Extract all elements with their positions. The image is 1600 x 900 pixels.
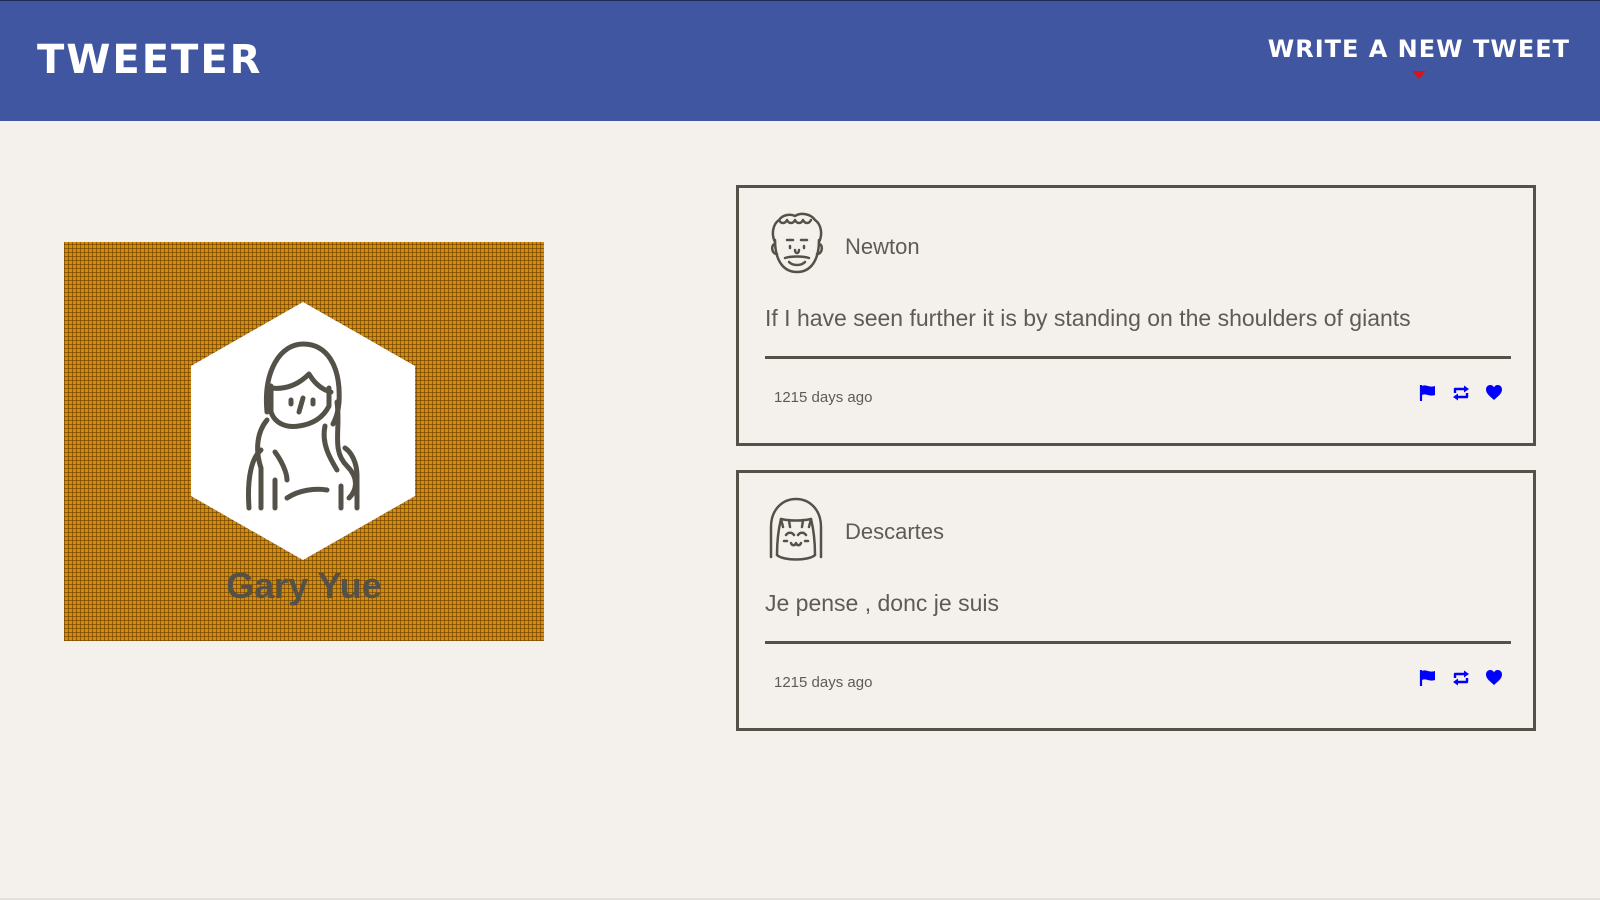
flag-icon[interactable] xyxy=(1419,669,1437,687)
profile-name: Gary Yue xyxy=(226,565,382,606)
tweet-author[interactable]: Newton xyxy=(845,234,920,260)
avatar xyxy=(771,212,823,274)
tweet-text: Je pense , donc je suis xyxy=(765,590,999,616)
profile-avatar xyxy=(191,302,415,560)
tweet-text: If I have seen further it is by standing… xyxy=(765,305,1411,331)
heart-icon[interactable] xyxy=(1485,384,1503,402)
heart-icon[interactable] xyxy=(1485,669,1503,687)
retweet-icon[interactable] xyxy=(1452,384,1470,402)
profile-card: Gary Yue xyxy=(64,242,544,641)
tweet-card: Descartes Je pense , donc je suis 1215 d… xyxy=(736,470,1536,731)
tweet-actions xyxy=(1419,669,1503,687)
brand-logo[interactable]: TWEETER xyxy=(37,37,262,83)
divider xyxy=(765,641,1511,644)
write-new-tweet-button[interactable]: WRITE A NEW TWEET xyxy=(1268,35,1570,79)
write-new-tweet-label[interactable]: WRITE A NEW TWEET xyxy=(1268,35,1570,63)
tweet-author[interactable]: Descartes xyxy=(845,519,944,545)
retweet-icon[interactable] xyxy=(1452,669,1470,687)
tweet-actions xyxy=(1419,384,1503,402)
flag-icon[interactable] xyxy=(1419,384,1437,402)
divider xyxy=(765,356,1511,359)
tweet-card: Newton If I have seen further it is by s… xyxy=(736,185,1536,446)
tweet-timestamp: 1215 days ago xyxy=(774,389,873,406)
caret-down-icon[interactable] xyxy=(1411,71,1426,79)
top-nav-bar: TWEETER WRITE A NEW TWEET xyxy=(0,0,1600,121)
avatar xyxy=(769,497,823,561)
tweet-timestamp: 1215 days ago xyxy=(774,674,873,691)
